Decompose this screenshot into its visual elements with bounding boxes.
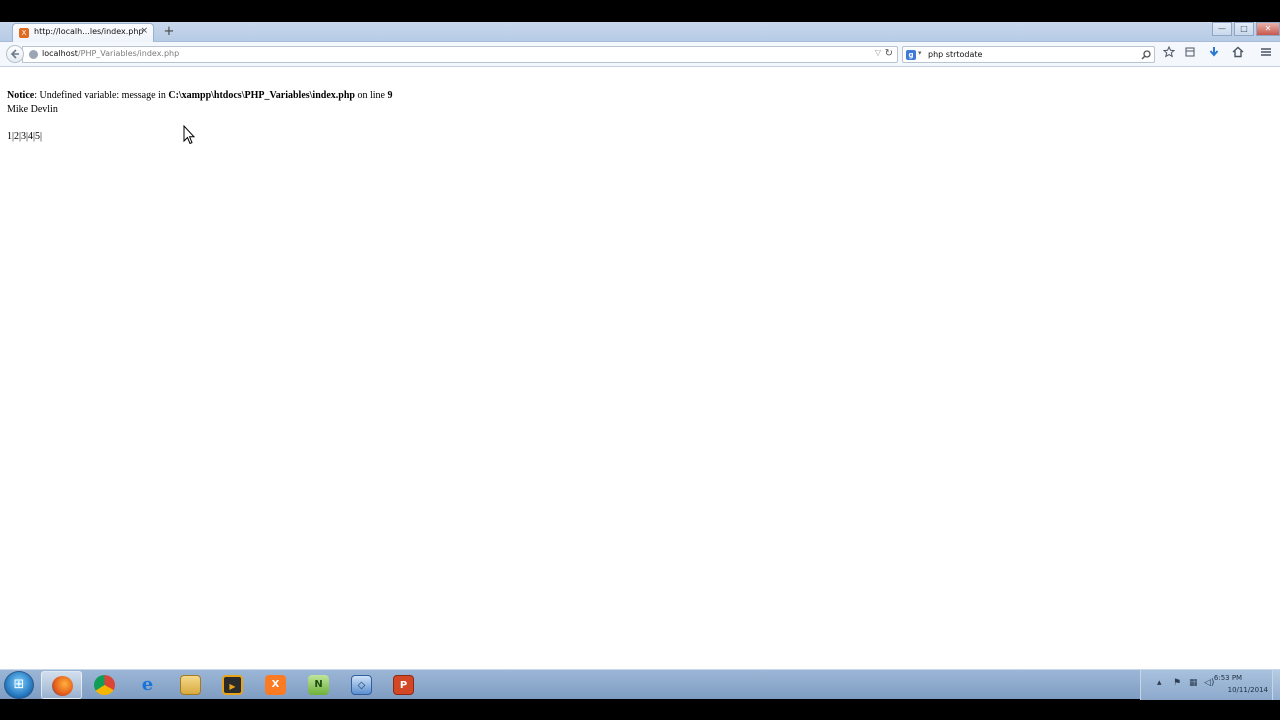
google-icon[interactable]: g xyxy=(906,50,916,60)
address-path: /PHP_Variables/index.php xyxy=(77,49,180,58)
screen: X http://localh...les/index.php × + — □ … xyxy=(0,0,1280,720)
menu-icon[interactable] xyxy=(1257,46,1275,63)
search-input[interactable] xyxy=(928,48,1128,61)
notice-text: : Undefined variable: message in xyxy=(34,90,169,101)
action-center-flag-icon[interactable]: ⚑ xyxy=(1173,678,1181,688)
minimize-button[interactable]: — xyxy=(1212,22,1232,36)
output-name: Mike Devlin xyxy=(7,104,58,115)
back-button[interactable] xyxy=(6,45,24,63)
clock-time[interactable]: 6:53 PM xyxy=(1206,674,1250,682)
taskbar-file-explorer[interactable] xyxy=(170,671,211,699)
tab-title: http://localh...les/index.php xyxy=(34,27,144,36)
page-content: Notice: Undefined variable: message in C… xyxy=(0,68,1280,669)
engine-chevron-down-icon[interactable]: ▾ xyxy=(918,49,922,57)
bookmark-star-icon xyxy=(1162,45,1176,58)
show-hidden-icons-icon[interactable]: ▴ xyxy=(1157,678,1162,688)
address-text: localhost/PHP_Variables/index.php xyxy=(42,49,179,58)
php-notice: Notice: Undefined variable: message in C… xyxy=(7,90,392,101)
network-icon[interactable]: ▦ xyxy=(1189,678,1198,688)
maximize-button[interactable]: □ xyxy=(1234,22,1254,36)
browser-window: X http://localh...les/index.php × + — □ … xyxy=(0,22,1280,669)
address-host: localhost xyxy=(42,49,78,58)
windows-logo-icon: ⊞ xyxy=(13,677,25,692)
house-icon xyxy=(1232,46,1244,58)
taskbar-powerpoint[interactable]: P xyxy=(383,671,424,699)
search-go-icon[interactable] xyxy=(1141,48,1151,63)
folder-icon xyxy=(180,675,201,695)
taskbar-internet-explorer[interactable]: e xyxy=(127,671,168,699)
notice-label: Notice xyxy=(7,90,35,101)
bookmarks-icon[interactable] xyxy=(1181,46,1199,63)
bookmarks-menu-icon xyxy=(1185,47,1195,57)
navigation-toolbar: localhost/PHP_Variables/index.php ▽ ↻ g … xyxy=(0,42,1280,67)
download-icon[interactable] xyxy=(1205,46,1223,63)
tab-strip: X http://localh...les/index.php × + — □ … xyxy=(0,22,1280,43)
reload-icon[interactable]: ↻ xyxy=(885,48,893,59)
globe-icon xyxy=(29,50,38,59)
taskbar: ⊞ e ▶ X N ◇ P ▴ ⚑ ▦ ◁) 6:53 PM 10/11/201… xyxy=(0,669,1280,700)
internet-explorer-icon: e xyxy=(141,674,154,695)
taskbar-chrome[interactable] xyxy=(84,671,125,699)
media-player-icon: ▶ xyxy=(222,675,243,695)
cube-icon: ◇ xyxy=(351,675,372,695)
tab-active[interactable]: X http://localh...les/index.php × xyxy=(12,23,154,43)
home-icon[interactable] xyxy=(1229,46,1247,63)
firefox-icon xyxy=(52,676,73,696)
star-icon[interactable] xyxy=(1160,45,1178,63)
clock-date[interactable]: 10/11/2014 xyxy=(1218,686,1268,694)
hamburger-icon xyxy=(1261,48,1271,56)
taskbar-notepad-plus-plus[interactable]: N xyxy=(298,671,339,699)
taskbar-virtualbox[interactable]: ◇ xyxy=(341,671,382,699)
chrome-icon xyxy=(94,675,115,695)
notepad-plus-plus-icon: N xyxy=(308,675,329,695)
tab-close-icon[interactable]: × xyxy=(140,26,148,36)
start-button[interactable]: ⊞ xyxy=(4,671,34,699)
history-dropdown-icon[interactable]: ▽ xyxy=(875,48,881,57)
close-window-button[interactable]: ✕ xyxy=(1256,22,1280,36)
download-arrow-icon xyxy=(1209,47,1219,57)
system-tray: ▴ ⚑ ▦ ◁) 6:53 PM 10/11/2014 xyxy=(1140,670,1280,700)
back-arrow-icon xyxy=(10,49,19,59)
magnifier-icon xyxy=(1141,50,1151,60)
notice-line-number: 9 xyxy=(387,90,393,101)
taskbar-media-player[interactable]: ▶ xyxy=(212,671,253,699)
address-bar[interactable]: localhost/PHP_Variables/index.php ▽ ↻ xyxy=(22,46,898,63)
new-tab-button[interactable]: + xyxy=(162,24,176,40)
taskbar-xampp[interactable]: X xyxy=(255,671,296,699)
xampp-favicon-icon: X xyxy=(19,28,29,38)
notice-path: C:\xampp\htdocs\PHP_Variables\index.php xyxy=(168,90,355,101)
xampp-icon: X xyxy=(265,675,286,695)
notice-text-line: on line xyxy=(354,90,388,101)
mouse-cursor-icon xyxy=(183,125,195,145)
show-desktop-button[interactable] xyxy=(1272,670,1280,700)
taskbar-firefox[interactable] xyxy=(41,671,82,699)
output-numbers: 1|2|3|4|5| xyxy=(7,131,43,142)
search-bar[interactable]: g ▾ xyxy=(902,46,1155,63)
powerpoint-icon: P xyxy=(393,675,414,695)
